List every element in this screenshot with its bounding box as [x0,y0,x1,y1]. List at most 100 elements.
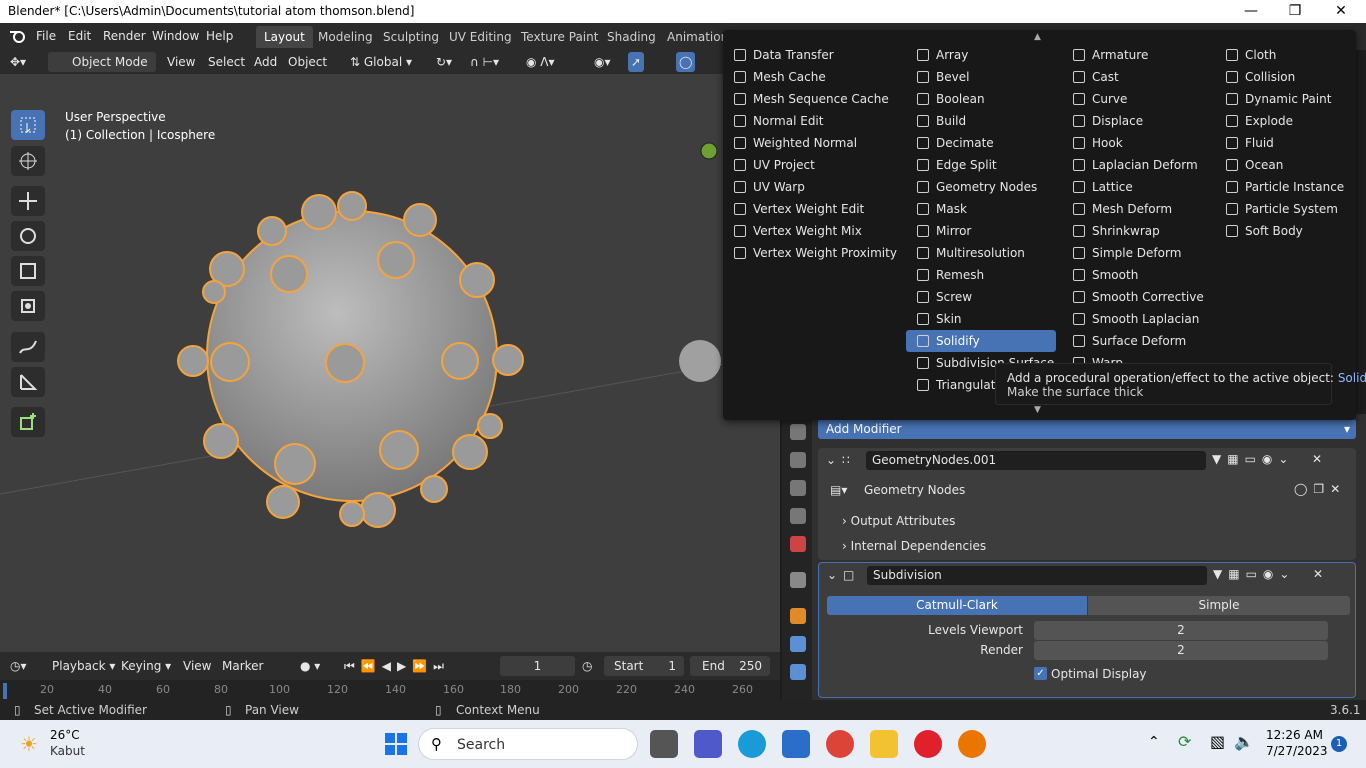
editor-type-icon[interactable]: ◷▾ [10,656,27,676]
store-icon[interactable] [782,730,810,758]
blender-logo-icon[interactable] [9,28,27,44]
menu-item-smooth-corrective[interactable]: Smooth Corrective [1062,286,1212,308]
playback-controls[interactable]: ⏮⏪◀▶⏩⏭ [344,656,450,676]
tab-shading[interactable]: Shading [599,26,664,48]
menu-item-mesh-deform[interactable]: Mesh Deform [1062,198,1212,220]
timeline-playback-menu[interactable]: Playback ▾ [52,656,115,676]
menu-item-particle-system[interactable]: Particle System [1215,198,1365,220]
add-modifier-button[interactable]: Add Modifier ▾ [818,419,1356,439]
menu-item-ocean[interactable]: Ocean [1215,154,1365,176]
menu-item-boolean[interactable]: Boolean [906,88,1056,110]
menu-item-armature[interactable]: Armature [1062,44,1212,66]
tool-rotate[interactable] [11,221,45,251]
collapse-chevron-icon[interactable]: ⌄ [827,568,837,582]
menu-item-soft-body[interactable]: Soft Body [1215,220,1365,242]
menu-item-smooth[interactable]: Smooth [1062,264,1212,286]
catmull-clark-tab[interactable]: Catmull-Clark [827,596,1087,615]
current-frame-field[interactable]: 1 [500,656,575,676]
sync-icon[interactable]: ⟳ [1178,732,1191,751]
menu-edit[interactable]: Edit [68,29,91,43]
menu-item-explode[interactable]: Explode [1215,110,1365,132]
remove-modifier-icon[interactable]: ✕ [1312,452,1322,466]
menu-view[interactable]: View [167,52,195,72]
menu-item-mirror[interactable]: Mirror [906,220,1056,242]
menu-item-array[interactable]: Array [906,44,1056,66]
menu-item-screw[interactable]: Screw [906,286,1056,308]
menu-item-vertex-weight-proximity[interactable]: Vertex Weight Proximity [723,242,897,264]
menu-item-data-transfer[interactable]: Data Transfer [723,44,873,66]
modifier-name-field[interactable]: GeometryNodes.001 [866,451,1206,470]
tab-sculpting[interactable]: Sculpting [375,26,447,48]
menu-window[interactable]: Window [152,29,199,43]
collection-tab-icon[interactable] [790,572,806,588]
tab-texture-paint[interactable]: Texture Paint [513,26,606,48]
clock-icon[interactable]: ◷ [582,656,592,676]
orientation-dropdown[interactable]: ⇅ Global ▾ [350,52,412,72]
tool-tab-icon[interactable] [790,424,806,440]
tool-annotate[interactable] [11,332,45,362]
menu-item-solidify[interactable]: Solidify [906,330,1056,352]
tool-scale[interactable] [11,256,45,286]
blender-taskbar-icon[interactable] [958,730,986,758]
output-tab-icon[interactable] [790,480,806,496]
close-icon[interactable]: ✕ [1318,0,1364,23]
optimal-display-checkbox[interactable]: ✓ [1034,667,1047,680]
menu-item-weighted-normal[interactable]: Weighted Normal [723,132,873,154]
tool-transform[interactable] [11,291,45,321]
menu-add[interactable]: Add [254,52,277,72]
menu-item-decimate[interactable]: Decimate [906,132,1056,154]
scroll-down-icon[interactable]: ▼ [1034,405,1041,415]
tool-move[interactable] [11,186,45,216]
menu-item-normal-edit[interactable]: Normal Edit [723,110,873,132]
menu-item-bevel[interactable]: Bevel [906,66,1056,88]
windows-start-icon[interactable] [385,733,407,755]
weather-text[interactable]: Kabut [50,744,85,758]
volume-icon[interactable]: 🔈 [1234,732,1254,751]
task-view-icon[interactable] [650,730,678,758]
3d-viewport[interactable]: User Perspective (1) Collection | Icosph… [0,74,780,652]
timeline-ruler[interactable]: 20 40 60 80 100 120 140 160 180 200 220 … [0,680,780,700]
menu-item-mesh-cache[interactable]: Mesh Cache [723,66,873,88]
tool-add-cube[interactable] [11,407,45,437]
menu-item-vertex-weight-edit[interactable]: Vertex Weight Edit [723,198,873,220]
clock-time[interactable]: 12:26 AM [1266,728,1323,742]
menu-select[interactable]: Select [208,52,245,72]
menu-item-uv-warp[interactable]: UV Warp [723,176,873,198]
render-levels-field[interactable]: 2 [1034,641,1328,660]
file-explorer-icon[interactable] [870,730,898,758]
wrench-icon[interactable] [790,636,806,652]
tool-cursor[interactable] [11,146,45,176]
tab-modeling[interactable]: Modeling [310,26,381,48]
timeline-view-menu[interactable]: View [183,656,211,676]
object-tab-icon[interactable] [790,608,806,624]
node-group-field[interactable]: Geometry Nodes [858,481,1292,500]
menu-item-simple-deform[interactable]: Simple Deform [1062,242,1212,264]
notification-badge[interactable]: 1 [1331,736,1347,752]
collapse-chevron-icon[interactable]: ⌄ [826,453,836,467]
record-icon[interactable]: ● ▾ [300,656,320,676]
menu-item-remesh[interactable]: Remesh [906,264,1056,286]
menu-item-multiresolution[interactable]: Multiresolution [906,242,1056,264]
chrome-icon[interactable] [826,730,854,758]
menu-item-dynamic-paint[interactable]: Dynamic Paint [1215,88,1365,110]
menu-item-particle-instance[interactable]: Particle Instance [1215,176,1365,198]
proportional-edit-icon[interactable]: ◉ Λ▾ [526,52,555,72]
transform-pivot-icon[interactable]: ✥▾ [10,52,26,72]
tray-chevron-icon[interactable]: ⌃ [1148,734,1160,750]
node-group-actions[interactable]: ◯❐✕ [1294,482,1346,496]
simple-tab[interactable]: Simple [1088,596,1350,615]
menu-item-shrinkwrap[interactable]: Shrinkwrap [1062,220,1212,242]
modifier-name-field[interactable]: Subdivision [867,566,1207,585]
menu-item-uv-project[interactable]: UV Project [723,154,873,176]
menu-item-edge-split[interactable]: Edge Split [906,154,1056,176]
weather-icon[interactable]: ☀ [20,732,38,756]
tab-uv-editing[interactable]: UV Editing [441,26,520,48]
menu-item-build[interactable]: Build [906,110,1056,132]
menu-item-displace[interactable]: Displace [1062,110,1212,132]
menu-item-lattice[interactable]: Lattice [1062,176,1212,198]
menu-item-surface-deform[interactable]: Surface Deform [1062,330,1212,352]
minimize-icon[interactable]: — [1228,0,1274,23]
timeline-marker-menu[interactable]: Marker [222,656,263,676]
end-frame-field[interactable]: End 250 [690,656,770,676]
tab-layout[interactable]: Layout [256,26,313,48]
